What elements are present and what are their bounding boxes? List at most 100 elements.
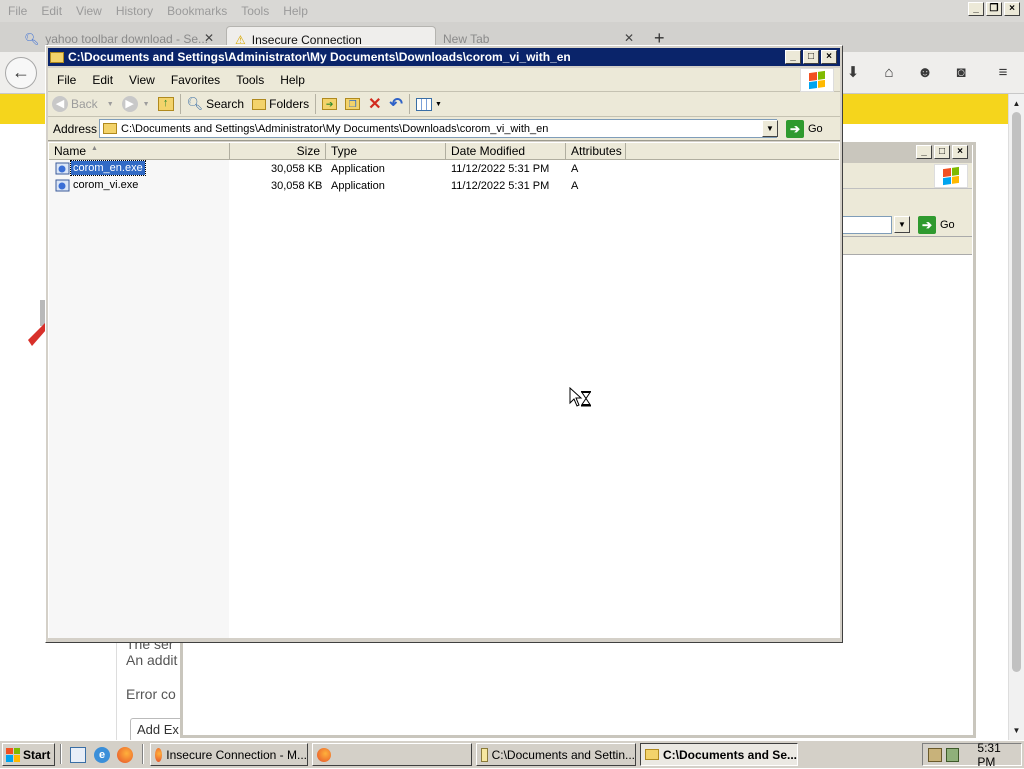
scroll-down-icon[interactable]: ▼ [1009,723,1024,738]
column-header-type[interactable]: Type [326,143,446,160]
file-date: 11/12/2022 5:31 PM [451,180,550,192]
column-header-date[interactable]: Date Modified [446,143,566,160]
up-folder-button[interactable]: ↑ [154,93,178,115]
search-button[interactable]: 🔍︎ Search [183,93,249,115]
busy-cursor-icon [569,387,591,407]
task-label: Insecure Connection - M... [166,747,307,762]
ff-menu-help[interactable]: Help [276,4,315,18]
taskbar-button-firefox[interactable] [312,743,472,766]
file-name[interactable]: corom_vi.exe [71,178,140,192]
delete-button[interactable]: ✕ [364,93,385,115]
menu-help[interactable]: Help [272,73,313,87]
download-icon[interactable]: ⬇ [842,62,864,84]
chevron-down-icon[interactable]: ▼ [107,101,114,108]
scroll-up-icon[interactable]: ▲ [1009,96,1024,111]
ff-menu-history[interactable]: History [109,4,160,18]
taskbar-button-explorer-2[interactable]: C:\Documents and Se... [640,743,798,766]
back-arrow-icon[interactable]: ← [5,57,37,89]
views-button[interactable]: ▼ [412,93,446,115]
clock[interactable]: 5:31 PM [977,741,1021,769]
taskbar-button-explorer-1[interactable]: C:\Documents and Settin... [476,743,636,766]
address-dropdown-icon[interactable]: ▼ [762,120,778,137]
chevron-down-icon[interactable]: ▼ [894,216,910,233]
menu-view[interactable]: View [121,73,163,87]
folder-icon [50,51,64,63]
internet-explorer-icon[interactable]: e [94,747,110,763]
column-header-attributes[interactable]: Attributes [566,143,626,160]
copy-to-button[interactable]: ❐ [341,93,364,115]
ff-menu-edit[interactable]: Edit [34,4,69,18]
explorer-menubar: File Edit View Favorites Tools Help [48,68,840,92]
background-go-button[interactable]: ➔ Go [918,216,955,234]
column-date-label: Date Modified [451,144,526,158]
file-type: Application [331,163,385,175]
start-button[interactable]: Start [2,743,55,766]
forward-button[interactable]: ▶ ▼ [118,93,154,115]
undo-button[interactable]: ↶ [386,93,407,115]
file-row[interactable]: corom_en.exe 30,058 KB Application 11/12… [53,160,633,177]
address-input[interactable]: C:\Documents and Settings\Administrator\… [99,119,777,138]
scroll-thumb[interactable] [1012,112,1021,672]
close-icon[interactable]: × [1004,2,1020,16]
ff-menu-file[interactable]: File [0,4,34,18]
folders-button[interactable]: Folders [248,93,313,115]
back-label: Back [71,97,98,111]
file-size: 30,058 KB [271,180,323,192]
back-button[interactable]: ◀ Back ▼ [48,93,118,115]
move-to-icon: ➔ [322,98,338,110]
toolbar-divider [179,94,181,114]
file-row[interactable]: corom_vi.exe 30,058 KB Application 11/12… [53,178,633,194]
background-window-column-header [842,237,972,255]
maximize-icon[interactable]: □ [803,50,819,64]
menu-file[interactable]: File [48,73,84,87]
toolbar-divider [315,94,317,114]
hamburger-menu-icon[interactable]: ≡ [992,62,1014,84]
minimize-icon[interactable]: _ [916,145,932,159]
windows-logo-icon [6,747,20,762]
window-title: C:\Documents and Settings\Administrator\… [68,50,571,64]
menu-edit[interactable]: Edit [84,73,121,87]
back-arrow-icon: ◀ [52,96,68,112]
close-tab-icon[interactable]: ✕ [624,31,634,45]
menu-tools[interactable]: Tools [228,73,272,87]
file-name[interactable]: corom_en.exe [70,160,146,176]
firefox-icon[interactable] [117,747,133,763]
forward-arrow-icon: ▶ [121,96,138,112]
chevron-down-icon[interactable]: ▼ [143,101,150,108]
task-label: C:\Documents and Se... [662,747,797,762]
column-size-label: Size [296,144,320,158]
column-header-size[interactable]: Size [230,143,326,160]
column-header-name[interactable]: Name ▲ [49,143,230,160]
restore-icon[interactable]: ❐ [986,2,1002,16]
task-label: C:\Documents and Settin... [491,747,635,762]
taskbar-button-firefox-insecure[interactable]: Insecure Connection - M... [150,743,308,766]
show-desktop-icon[interactable] [70,747,86,763]
minimize-icon[interactable]: _ [785,50,801,64]
ff-menu-bookmarks[interactable]: Bookmarks [160,4,234,18]
move-to-button[interactable]: ➔ [318,93,341,115]
ff-menu-tools[interactable]: Tools [234,4,276,18]
go-button[interactable]: ➔ Go [786,120,823,138]
magnifier-icon: 🔍︎ [186,96,204,111]
minimize-icon[interactable]: _ [968,2,984,16]
go-label: Go [808,123,823,135]
pocket-icon[interactable]: ◙ [950,62,972,84]
maximize-icon[interactable]: □ [934,145,950,159]
close-icon[interactable]: × [952,145,968,159]
background-window-addressbar: ▼ ➔ Go [842,213,972,237]
ff-menu-view[interactable]: View [69,4,109,18]
document-icon [481,747,488,762]
page-scrollbar[interactable]: ▲ ▼ [1008,94,1024,740]
explorer-titlebar[interactable]: C:\Documents and Settings\Administrator\… [48,48,840,66]
smiley-icon[interactable]: ☻ [914,62,936,84]
explorer-toolbar: ◀ Back ▼ ▶ ▼ ↑ 🔍︎ Search Folders ➔ ❐ ✕ ↶… [48,92,840,117]
close-icon[interactable]: × [821,50,837,64]
firefox-icon [317,747,331,762]
home-icon[interactable]: ⌂ [878,62,900,84]
safely-remove-icon[interactable] [945,747,960,762]
add-exception-button[interactable]: Add Ex [130,718,180,742]
folder-icon [645,749,659,760]
network-icon[interactable] [928,747,942,762]
close-tab-icon[interactable]: ✕ [204,31,214,45]
menu-favorites[interactable]: Favorites [163,73,228,87]
